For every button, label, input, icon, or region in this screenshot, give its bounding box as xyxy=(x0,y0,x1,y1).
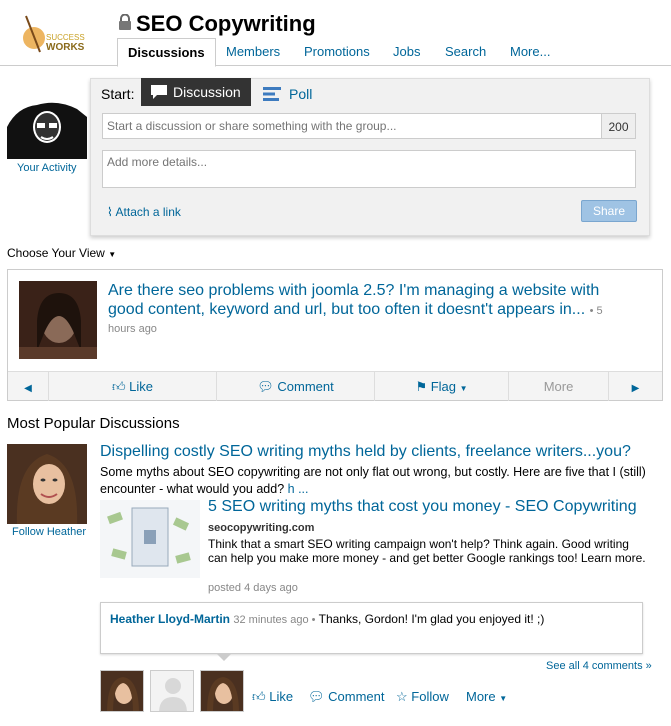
arrow-right-icon: ▶ xyxy=(631,383,640,394)
tab-search[interactable]: Search xyxy=(445,40,486,66)
paperclip-icon: ⌇ xyxy=(107,205,113,219)
popular-more-label: More xyxy=(466,689,496,704)
next-arrow-button[interactable]: ▶ xyxy=(608,372,662,401)
featured-time: hours ago xyxy=(108,323,157,335)
star-icon: ☆ xyxy=(396,689,408,704)
featured-time-inline: • 5 xyxy=(589,305,603,317)
tab-discussions[interactable]: Discussions xyxy=(117,38,216,67)
featured-like-label: Like xyxy=(129,379,154,394)
featured-title-text: Are there seo problems with joomla 2.5? … xyxy=(108,282,600,318)
start-label: Start: xyxy=(101,86,135,102)
tab-more[interactable]: More... xyxy=(510,40,550,66)
featured-author-photo[interactable] xyxy=(19,281,97,359)
featured-flag-label: Flag xyxy=(430,379,457,394)
thumbs-up-icon: 👍︎ xyxy=(252,689,266,704)
shared-link-thumbnail[interactable] xyxy=(100,500,200,578)
group-title[interactable]: SEO Copywriting xyxy=(136,11,316,37)
tab-jobs[interactable]: Jobs xyxy=(393,40,420,66)
speech-bubble-icon xyxy=(151,85,167,99)
attach-link-label: Attach a link xyxy=(115,205,181,219)
comment-text: Thanks, Gordon! I'm glad you enjoyed it!… xyxy=(318,612,545,626)
caret-down-icon: ▼ xyxy=(459,384,468,393)
discussion-details-input[interactable] xyxy=(102,150,636,188)
comment-notch xyxy=(216,653,232,661)
comment-icon: 💬︎ xyxy=(257,379,274,394)
your-activity-link[interactable]: Your Activity xyxy=(17,162,77,174)
discussion-tab-label: Discussion xyxy=(173,84,241,100)
shared-link-title[interactable]: 5 SEO writing myths that cost you money … xyxy=(208,498,637,516)
comment-time: 32 minutes ago • xyxy=(233,614,316,626)
group-tabs: Discussions Members Promotions Jobs Sear… xyxy=(0,38,671,67)
featured-flag-button[interactable]: ⚑ Flag ▼ xyxy=(374,372,508,401)
comment-line: Heather Lloyd-Martin 32 minutes ago • Th… xyxy=(110,612,544,626)
tab-promotions[interactable]: Promotions xyxy=(304,40,370,66)
popular-comment-button[interactable]: 💬︎ Comment xyxy=(308,689,385,705)
comment-icon: 💬︎ xyxy=(308,689,325,704)
flag-icon: ⚑ xyxy=(415,379,428,394)
thumbs-up-icon: 👍︎ xyxy=(111,379,126,394)
tab-members[interactable]: Members xyxy=(226,40,280,66)
choose-view-dropdown[interactable]: Choose Your View ▼ xyxy=(7,246,116,260)
latest-comment xyxy=(100,602,643,654)
popular-comment-label: Comment xyxy=(328,689,385,704)
popular-discussions-heading: Most Popular Discussions xyxy=(7,415,180,432)
my-avatar[interactable] xyxy=(7,97,87,159)
prev-arrow-button[interactable]: ◀ xyxy=(8,372,48,401)
popular-more-button[interactable]: More ▼ xyxy=(466,689,507,704)
caret-down-icon: ▼ xyxy=(108,250,117,259)
popular-like-label: Like xyxy=(269,689,294,704)
featured-like-button[interactable]: 👍︎ Like xyxy=(48,372,216,401)
popular-like-button[interactable]: 👍︎ Like xyxy=(252,689,293,705)
popular-body-text: Some myths about SEO copywriting are not… xyxy=(100,465,646,496)
featured-comment-label: Comment xyxy=(277,379,334,394)
popular-body-more-link[interactable]: h ... xyxy=(288,482,309,496)
poll-type-tab[interactable]: Poll xyxy=(263,86,312,102)
featured-action-bar: ◀ 👍︎ Like 💬︎ Comment ⚑ Flag ▼ More ▶ xyxy=(8,371,662,401)
participant-avatar[interactable] xyxy=(200,670,244,712)
shared-link-posted-time: posted 4 days ago xyxy=(208,582,298,594)
lock-icon xyxy=(118,13,132,30)
participant-avatar[interactable] xyxy=(150,670,194,712)
attach-link[interactable]: ⌇ Attach a link xyxy=(107,205,181,219)
shared-link-domain: seocopywriting.com xyxy=(208,522,315,534)
char-counter: 200 xyxy=(601,113,636,139)
arrow-left-icon: ◀ xyxy=(24,383,32,394)
featured-discussion-title[interactable]: Are there seo problems with joomla 2.5? … xyxy=(108,281,618,321)
popular-follow-label: Follow xyxy=(411,689,449,704)
popular-discussion-title[interactable]: Dispelling costly SEO writing myths held… xyxy=(100,443,631,461)
discussion-title-input[interactable] xyxy=(102,113,636,139)
author-photo-heather[interactable] xyxy=(7,444,87,524)
see-all-comments-link[interactable]: See all 4 comments » xyxy=(546,660,652,672)
comment-author-link[interactable]: Heather Lloyd-Martin xyxy=(110,612,230,626)
choose-view-label: Choose Your View xyxy=(7,246,105,260)
popular-follow-button[interactable]: ☆ Follow xyxy=(396,689,449,705)
popular-discussion-body: Some myths about SEO copywriting are not… xyxy=(100,464,655,498)
caret-down-icon: ▼ xyxy=(499,694,508,703)
follow-heather-link[interactable]: Follow Heather xyxy=(12,526,86,538)
shared-link-description: Think that a smart SEO writing campaign … xyxy=(208,537,646,565)
participant-avatar[interactable] xyxy=(100,670,144,712)
featured-more-button[interactable]: More xyxy=(508,372,608,401)
share-button[interactable]: Share xyxy=(581,200,637,222)
featured-comment-button[interactable]: 💬︎ Comment xyxy=(216,372,374,401)
discussion-type-tab[interactable]: Discussion xyxy=(141,78,251,106)
